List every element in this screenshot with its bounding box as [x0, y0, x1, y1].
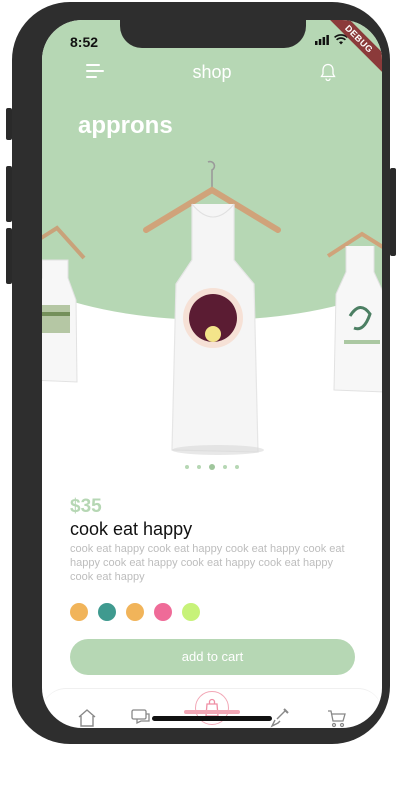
product-price: $35	[70, 496, 102, 517]
status-icons	[315, 34, 348, 45]
category-title: approns	[78, 112, 173, 139]
app-screen: 8:52 DEBUG shop approns $35 cook eat hap…	[42, 20, 382, 728]
carousel-dot[interactable]	[235, 465, 239, 469]
color-swatch[interactable]	[154, 603, 172, 621]
signal-icon	[315, 34, 329, 45]
carousel-indicator	[42, 464, 382, 470]
bell-icon[interactable]	[318, 62, 338, 82]
volume-up-button	[6, 166, 12, 222]
color-swatch[interactable]	[182, 603, 200, 621]
carousel-dot[interactable]	[223, 465, 227, 469]
cart-icon[interactable]	[326, 707, 348, 728]
chat-icon[interactable]	[130, 707, 152, 728]
volume-down-button	[6, 228, 12, 284]
top-bar: shop	[42, 60, 382, 88]
home-indicator	[152, 716, 272, 721]
color-swatch[interactable]	[70, 603, 88, 621]
phone-frame: 8:52 DEBUG shop approns $35 cook eat hap…	[6, 2, 396, 744]
mute-switch	[6, 108, 12, 140]
product-description: cook eat happy cook eat happy cook eat h…	[70, 543, 345, 583]
color-options	[70, 603, 200, 621]
power-button	[390, 168, 396, 256]
carousel-dot-active[interactable]	[209, 464, 215, 470]
add-to-cart-button[interactable]: add to cart	[70, 639, 355, 675]
carousel-dot[interactable]	[185, 465, 189, 469]
status-time: 8:52	[70, 34, 99, 50]
apron-image-center[interactable]	[142, 160, 282, 460]
apron-image-left[interactable]	[42, 220, 92, 390]
color-swatch[interactable]	[126, 603, 144, 621]
color-swatch[interactable]	[98, 603, 116, 621]
active-tab-indicator	[184, 710, 240, 714]
apron-image-right[interactable]	[324, 220, 382, 400]
notch	[120, 20, 306, 48]
product-name: cook eat happy	[70, 519, 193, 539]
home-icon[interactable]	[76, 707, 98, 728]
bottom-nav	[42, 688, 382, 728]
carousel-dot[interactable]	[197, 465, 201, 469]
